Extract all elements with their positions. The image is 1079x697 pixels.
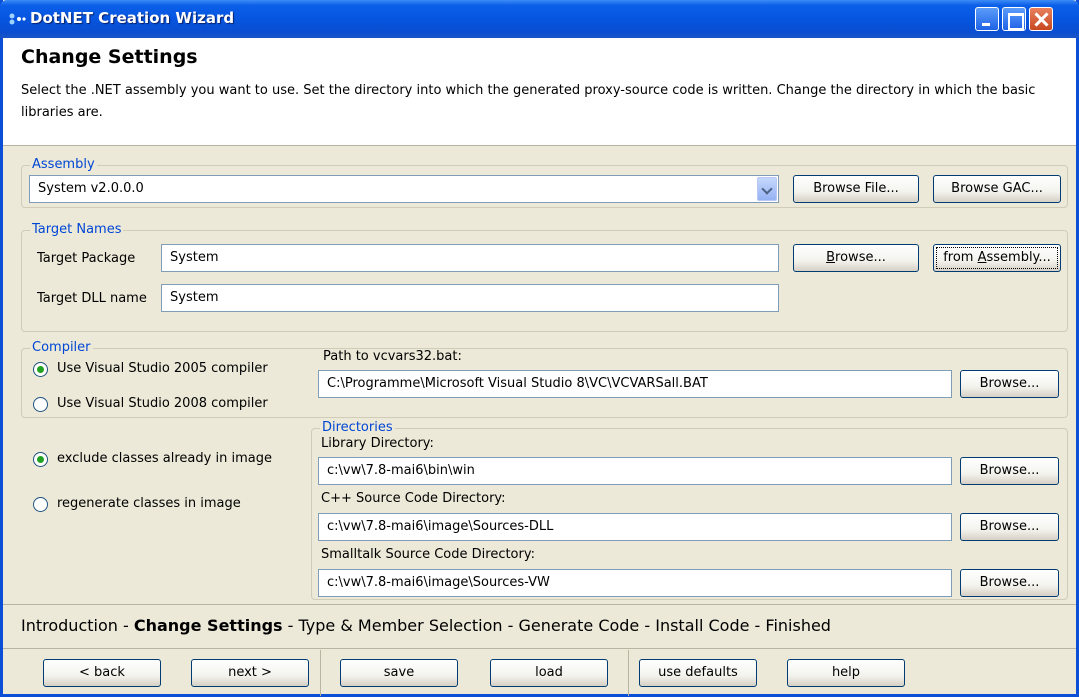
window-title: DotNET Creation Wizard	[30, 9, 235, 27]
use-defaults-button[interactable]: use defaults	[639, 659, 757, 687]
footer-divider-1	[320, 650, 321, 696]
wizard-window: DotNET Creation Wizard Change Settings S…	[0, 0, 1079, 697]
exclude-classes-label[interactable]: exclude classes already in image	[57, 451, 272, 466]
vcvars-browse-button[interactable]: Browse...	[960, 370, 1059, 398]
step-finished: Finished	[765, 616, 831, 635]
library-directory-label: Library Directory:	[321, 436, 434, 451]
step-generate-code: Generate Code	[518, 616, 640, 635]
target-names-group-label: Target Names	[30, 222, 124, 237]
load-button[interactable]: load	[490, 659, 608, 687]
save-button[interactable]: save	[340, 659, 458, 687]
library-browse-button[interactable]: Browse...	[960, 457, 1059, 485]
compiler-2005-label[interactable]: Use Visual Studio 2005 compiler	[57, 361, 268, 376]
step-change-settings: Change Settings	[133, 616, 283, 635]
vcvars-path-label: Path to vcvars32.bat:	[323, 349, 462, 364]
exclude-classes-radio[interactable]	[33, 452, 48, 467]
dotnet-app-icon	[9, 13, 26, 25]
step-type-member-selection: Type & Member Selection	[298, 616, 503, 635]
assembly-combo-value: System v2.0.0.0	[38, 181, 144, 196]
smalltalk-directory-label: Smalltalk Source Code Directory:	[321, 547, 535, 562]
assembly-group-label: Assembly	[30, 157, 97, 172]
browse-gac-button[interactable]: Browse GAC...	[933, 175, 1061, 203]
page-title: Change Settings	[21, 46, 198, 68]
assembly-combo[interactable]: System v2.0.0.0	[29, 175, 779, 203]
back-button[interactable]: < back	[43, 659, 161, 687]
next-button[interactable]: next >	[191, 659, 309, 687]
maximize-icon[interactable]	[1002, 7, 1026, 31]
wizard-header: Change Settings Select the .NET assembly…	[3, 38, 1076, 146]
smalltalk-browse-button[interactable]: Browse...	[960, 569, 1059, 597]
vcvars-path-input[interactable]: C:\Programme\Microsoft Visual Studio 8\V…	[318, 370, 952, 398]
browse-file-button[interactable]: Browse File...	[793, 175, 919, 203]
directories-group-label: Directories	[320, 420, 395, 435]
help-button[interactable]: help	[787, 659, 905, 687]
regenerate-classes-radio[interactable]	[33, 497, 48, 512]
target-dll-input[interactable]: System	[161, 284, 779, 312]
step-introduction: Introduction	[21, 616, 118, 635]
cpp-browse-button[interactable]: Browse...	[960, 513, 1059, 541]
from-assembly-button[interactable]: from Assembly...	[933, 244, 1061, 272]
steps-top-divider	[3, 604, 1076, 605]
compiler-2008-radio[interactable]	[33, 397, 48, 412]
step-install-code: Install Code	[655, 616, 750, 635]
compiler-2008-label[interactable]: Use Visual Studio 2008 compiler	[57, 396, 268, 411]
target-browse-button[interactable]: Browse...	[793, 244, 919, 272]
chevron-down-icon[interactable]	[757, 177, 777, 201]
cpp-directory-input[interactable]: c:\vw\7.8-mai6\image\Sources-DLL	[318, 513, 952, 541]
compiler-2005-radio[interactable]	[33, 362, 48, 377]
compiler-group-label: Compiler	[30, 340, 93, 355]
page-description: Select the .NET assembly you want to use…	[21, 83, 1036, 120]
target-package-label: Target Package	[37, 251, 136, 266]
footer-divider-2	[628, 650, 629, 696]
title-bar[interactable]: DotNET Creation Wizard	[0, 0, 1079, 38]
cpp-directory-label: C++ Source Code Directory:	[321, 491, 506, 506]
target-package-input[interactable]: System	[161, 244, 779, 272]
target-dll-label: Target DLL name	[37, 291, 147, 306]
steps-bottom-divider	[3, 648, 1076, 649]
regenerate-classes-label[interactable]: regenerate classes in image	[57, 496, 241, 511]
smalltalk-directory-input[interactable]: c:\vw\7.8-mai6\image\Sources-VW	[318, 569, 952, 597]
wizard-steps: Introduction - Change Settings - Type & …	[21, 616, 831, 635]
close-icon[interactable]	[1029, 7, 1053, 31]
library-directory-input[interactable]: c:\vw\7.8-mai6\bin\win	[318, 457, 952, 485]
minimize-icon[interactable]	[975, 7, 999, 31]
